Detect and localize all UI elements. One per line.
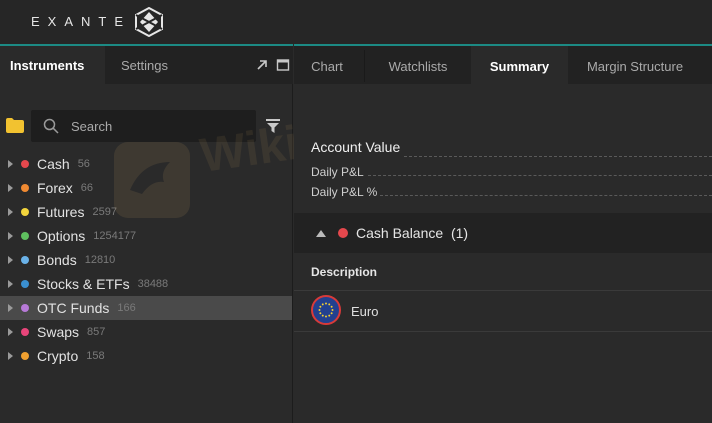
tree-item-label: Forex: [37, 180, 73, 196]
tree-item-count: 1254177: [93, 230, 137, 242]
tree-item[interactable]: OTC Funds 166: [0, 296, 292, 320]
cash-balance-label: Cash Balance: [356, 225, 444, 241]
tab-chart[interactable]: Chart: [294, 46, 360, 84]
expand-caret-icon[interactable]: [8, 352, 13, 360]
divider: [404, 156, 712, 157]
expand-caret-icon[interactable]: [8, 232, 13, 240]
left-tab-bar: Instruments Settings: [0, 44, 293, 84]
daily-pnl-label: Daily P&L: [311, 165, 364, 179]
expand-caret-icon[interactable]: [8, 208, 13, 216]
tree-item-count: 158: [86, 350, 105, 362]
tree-item[interactable]: Crypto 158: [0, 344, 292, 368]
daily-pnl-percent-label: Daily P&L %: [311, 185, 378, 199]
tree-item-label: Futures: [37, 204, 85, 220]
eu-flag-icon: [311, 295, 341, 325]
cash-balance-title: Cash Balance (1): [356, 225, 468, 241]
category-dot: [21, 208, 29, 216]
tab-margin-structure[interactable]: Margin Structure: [570, 46, 700, 84]
expand-icon[interactable]: [255, 58, 269, 72]
expand-caret-icon[interactable]: [8, 256, 13, 264]
tab-instruments[interactable]: Instruments: [0, 46, 105, 84]
tree-item-label: Swaps: [37, 324, 80, 340]
instruments-panel: Instruments Settings Cash 56 Forex 66 Future…: [0, 44, 293, 423]
right-tab-bar: Chart Watchlists Summary Margin Structur…: [294, 44, 712, 84]
tree-item-count: 857: [87, 326, 106, 338]
expand-caret-icon[interactable]: [8, 160, 13, 168]
category-dot: [21, 232, 29, 240]
tab-summary[interactable]: Summary: [471, 46, 568, 84]
top-bar: EXANTE: [0, 0, 712, 44]
table-header: Description: [294, 253, 712, 291]
expand-caret-icon[interactable]: [8, 184, 13, 192]
tree-item-label: Stocks & ETFs: [37, 276, 130, 292]
category-dot: [21, 184, 29, 192]
category-dot: [21, 280, 29, 288]
tree-item-count: 166: [117, 302, 136, 314]
category-dot: [21, 256, 29, 264]
tree-item[interactable]: Options 1254177: [0, 224, 292, 248]
brand-name: EXANTE: [31, 14, 132, 29]
status-dot: [338, 228, 348, 238]
tab-divider: [364, 50, 365, 82]
folder-icon[interactable]: [6, 118, 24, 133]
category-dot: [21, 304, 29, 312]
table-row[interactable]: Euro: [294, 292, 712, 332]
divider: [380, 195, 712, 196]
tab-settings[interactable]: Settings: [106, 46, 256, 84]
expand-caret-icon[interactable]: [8, 328, 13, 336]
tab-watchlists[interactable]: Watchlists: [368, 46, 468, 84]
tree-item-label: Options: [37, 228, 86, 244]
watermark-logo-icon: [114, 142, 190, 218]
cash-balance-count: (1): [450, 225, 469, 241]
category-dot: [21, 160, 29, 168]
tree-item[interactable]: Bonds 12810: [0, 248, 292, 272]
expand-caret-icon[interactable]: [8, 304, 13, 312]
tree-item-label: Crypto: [37, 348, 79, 364]
category-dot: [21, 352, 29, 360]
category-dot: [21, 328, 29, 336]
search-icon: [43, 118, 59, 134]
tree-item-label: Cash: [37, 156, 70, 172]
description-cell: Euro: [351, 304, 379, 319]
tree-item-count: 12810: [84, 254, 116, 266]
window-icon[interactable]: [276, 58, 290, 72]
tree-item-count: 66: [80, 182, 94, 194]
collapse-arrow-icon[interactable]: [316, 230, 326, 237]
tree-item-label: OTC Funds: [37, 300, 110, 316]
divider: [368, 175, 712, 176]
account-value-label: Account Value: [311, 139, 401, 155]
tree-item[interactable]: Swaps 857: [0, 320, 292, 344]
tree-item[interactable]: Stocks & ETFs 38488: [0, 272, 292, 296]
tree-item-count: 56: [77, 158, 90, 170]
exante-logo-icon: [135, 7, 163, 37]
expand-caret-icon[interactable]: [8, 280, 13, 288]
summary-panel: Chart Watchlists Summary Margin Structur…: [294, 44, 712, 423]
tree-item-label: Bonds: [37, 252, 77, 268]
column-header-description[interactable]: Description: [311, 265, 377, 279]
tree-item-count: 38488: [137, 278, 169, 290]
cash-balance-section[interactable]: Cash Balance (1): [294, 213, 712, 253]
